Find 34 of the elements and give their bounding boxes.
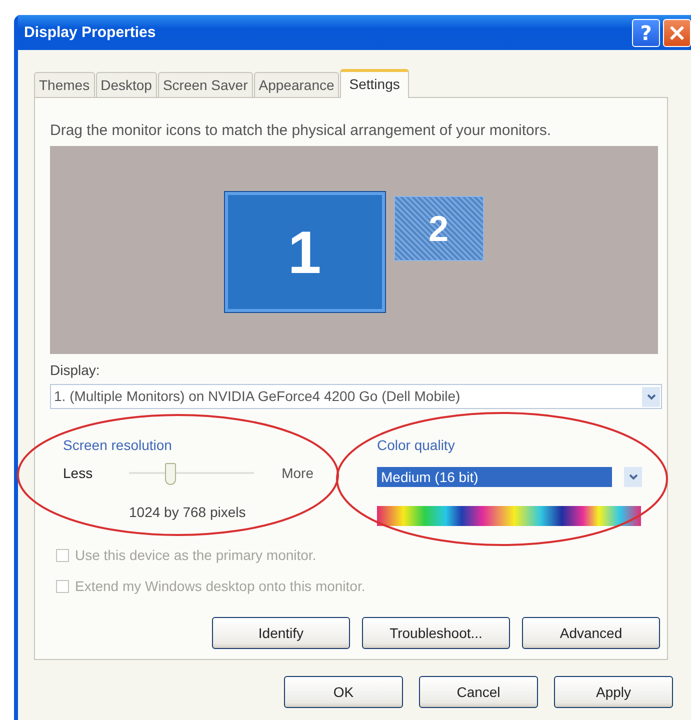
dialog-button[interactable]: OK [284, 676, 403, 708]
chevron-down-icon [628, 474, 638, 480]
screen-resolution-label: Screen resolution [63, 437, 173, 454]
dialog-button[interactable]: Apply [554, 676, 673, 708]
dialog-button[interactable]: Troubleshoot... [362, 617, 510, 649]
display-value: 1. (Multiple Monitors) on NVIDIA GeForce4 4200 Go (Dell Mobile) [54, 388, 460, 405]
resolution-reading: 1024 by 768 pixels [129, 504, 247, 521]
checkbox-label: Use this device as the primary monitor. [75, 547, 316, 564]
help-button[interactable]: ? [632, 18, 660, 46]
dialog-button[interactable]: Cancel [419, 676, 538, 708]
color-quality-dropdown[interactable]: Medium (16 bit) [377, 466, 643, 488]
chevron-down-icon [646, 394, 656, 400]
window-title: Display Properties [24, 24, 157, 41]
tab[interactable]: Screen Saver [158, 72, 253, 97]
close-button[interactable] [663, 18, 691, 46]
close-icon [669, 24, 685, 40]
resolution-slider[interactable] [128, 463, 254, 483]
color-quality-label: Color quality [377, 437, 456, 454]
dialog-button[interactable]: Advanced [522, 617, 660, 649]
monitor-icon[interactable]: 1 [224, 192, 384, 312]
tab[interactable]: Desktop [96, 72, 157, 97]
tab[interactable]: Settings [340, 69, 409, 98]
tab[interactable]: Appearance [254, 72, 340, 97]
display-dropdown[interactable]: 1. (Multiple Monitors) on NVIDIA GeForce4 4200 Go (Dell Mobile) [50, 384, 662, 409]
more-label: More [282, 464, 314, 482]
checkbox-label: Extend my Windows desktop onto this monitor. [75, 578, 366, 595]
instruction-text: Drag the monitor icons to match the physical arrangement of your monitors. [50, 122, 552, 139]
selected-option: Medium (16 bit) [377, 467, 612, 487]
less-label: Less [63, 464, 93, 482]
dialog-button[interactable]: Identify [212, 617, 350, 649]
slider-thumb[interactable] [164, 463, 176, 485]
display-label: Display: [50, 362, 101, 379]
tab[interactable]: Themes [34, 72, 95, 97]
monitor-icon[interactable]: 2 [394, 196, 484, 261]
